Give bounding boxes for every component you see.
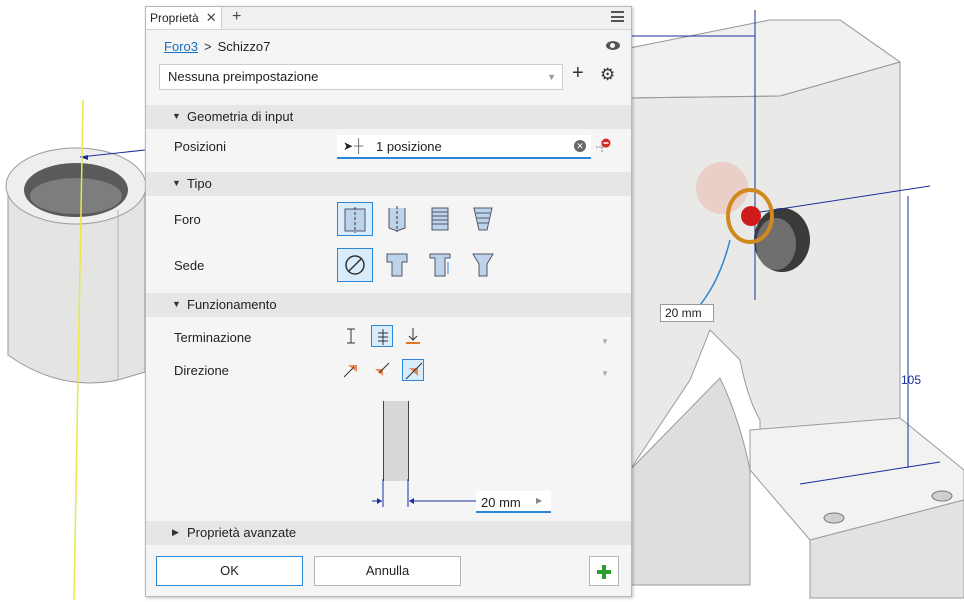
- section-expand-icon: ▼: [172, 178, 181, 188]
- section-expand-icon: ▼: [172, 299, 181, 309]
- countersink-button[interactable]: [466, 248, 502, 282]
- clear-icon[interactable]: ✕: [574, 140, 586, 152]
- tapped-hole-button[interactable]: [423, 202, 459, 236]
- section-type[interactable]: ▼ Tipo: [146, 172, 631, 196]
- diameter-dimension-label[interactable]: 20 mm: [660, 304, 714, 322]
- diameter-value: 20 mm: [481, 495, 521, 510]
- cursor-icon: ➤: [343, 139, 354, 153]
- apply-plus-button[interactable]: [589, 556, 619, 586]
- diameter-input[interactable]: 20 mm ▶: [476, 491, 551, 513]
- section-advanced[interactable]: ▶ Proprietà avanzate: [146, 521, 631, 545]
- breadcrumb-separator: >: [203, 39, 212, 54]
- taper-tapped-hole-button[interactable]: [466, 202, 502, 236]
- section-expand-icon: ▶: [172, 527, 179, 537]
- diameter-dimension-arrows: [372, 479, 478, 507]
- breadcrumb-feature-link[interactable]: Foro3: [164, 39, 198, 54]
- direction-label: Direzione: [174, 363, 229, 378]
- remove-position-icon[interactable]: [594, 137, 612, 155]
- counterbore-button[interactable]: [380, 248, 416, 282]
- to-face-termination-button[interactable]: [402, 325, 424, 347]
- eye-icon[interactable]: [606, 41, 620, 50]
- termination-dropdown-caret[interactable]: ▼: [601, 337, 609, 346]
- direction-dropdown-caret[interactable]: ▼: [601, 369, 609, 378]
- left-boss-shape: [5, 99, 147, 601]
- hole-preview-diagram: [383, 401, 409, 481]
- gear-icon[interactable]: ⚙: [600, 65, 615, 85]
- tab-label: Proprietà: [150, 11, 199, 25]
- cancel-button[interactable]: Annulla: [314, 556, 461, 586]
- section-title: Geometria di input: [187, 109, 294, 124]
- breadcrumb: Foro3 > Schizzo7: [164, 39, 270, 54]
- hole-type-label: Foro: [174, 212, 201, 227]
- distance-termination-button[interactable]: [340, 325, 362, 347]
- crosshair-icon: ┼: [354, 138, 364, 153]
- no-seat-button[interactable]: [337, 248, 373, 282]
- seat-type-label: Sede: [174, 258, 205, 273]
- direction-default-button[interactable]: [340, 359, 362, 381]
- through-all-termination-button[interactable]: [371, 325, 393, 347]
- section-input-geometry[interactable]: ▼ Geometria di input: [146, 105, 631, 129]
- termination-label: Terminazione: [174, 330, 252, 345]
- direction-symmetric-button[interactable]: [402, 359, 424, 381]
- spotface-button[interactable]: [423, 248, 459, 282]
- section-title: Funzionamento: [187, 297, 277, 312]
- simple-hole-button[interactable]: [337, 202, 373, 236]
- section-expand-icon: ▼: [172, 111, 181, 121]
- direction-flipped-button[interactable]: [371, 359, 393, 381]
- properties-panel: Proprietà ✕ + Foro3 > Schizzo7 Nessuna pre…: [145, 6, 632, 597]
- clearance-hole-button[interactable]: [380, 202, 416, 236]
- menu-icon[interactable]: [611, 11, 624, 22]
- positions-field[interactable]: ➤ ┼ 1 posizione ✕: [337, 135, 591, 159]
- add-preset-button[interactable]: +: [572, 62, 584, 85]
- positions-value: 1 posizione: [376, 139, 442, 154]
- height-dimension-label[interactable]: 105: [901, 373, 921, 387]
- preset-dropdown[interactable]: Nessuna preimpostazione ▼: [159, 64, 563, 90]
- section-title: Tipo: [187, 176, 212, 191]
- section-behavior[interactable]: ▼ Funzionamento: [146, 293, 631, 317]
- tab-properties[interactable]: Proprietà ✕: [146, 7, 222, 29]
- add-tab-button[interactable]: +: [232, 8, 241, 26]
- section-title: Proprietà avanzate: [187, 525, 297, 540]
- chevron-down-icon[interactable]: ▼: [547, 65, 556, 89]
- preset-value: Nessuna preimpostazione: [168, 69, 319, 84]
- chevron-right-icon[interactable]: ▶: [536, 496, 542, 505]
- close-icon[interactable]: ✕: [206, 10, 217, 26]
- panel-tabbar: Proprietà ✕ +: [146, 7, 631, 30]
- ok-button[interactable]: OK: [156, 556, 303, 586]
- positions-label: Posizioni: [174, 139, 227, 154]
- breadcrumb-sketch: Schizzo7: [217, 39, 271, 54]
